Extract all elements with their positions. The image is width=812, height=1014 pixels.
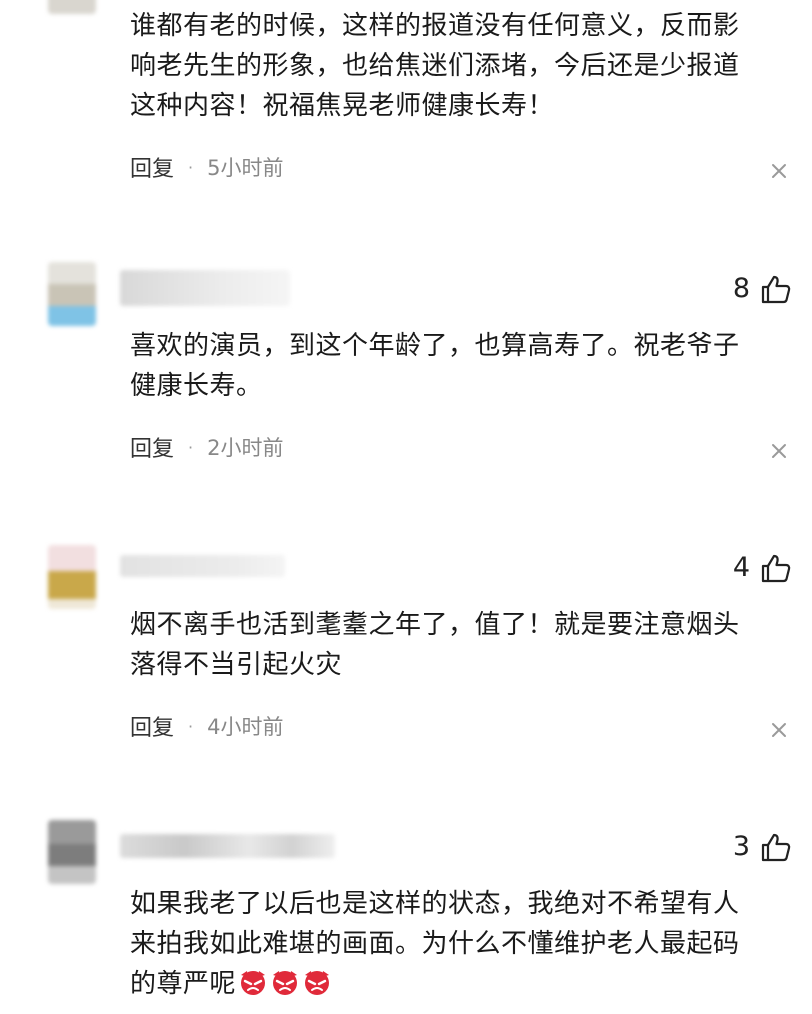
timestamp: 5小时前 <box>207 156 284 180</box>
comment-text-line: 如果我老了以后也是这样的状态，我绝对不希望有人 <box>130 889 740 919</box>
like-count: 4 <box>732 552 750 583</box>
comment-text: 如果我老了以后也是这样的状态，我绝对不希望有人 来拍我如此难堪的画面。为什么不懂… <box>130 884 790 1004</box>
comment-text: 谁都有老的时候，这样的报道没有任何意义，反而影 响老先生的形象，也给焦迷们添堵，… <box>130 6 790 126</box>
separator-dot: · <box>188 157 194 177</box>
like-count: 8 <box>732 273 750 304</box>
angry-face-emoji <box>305 971 330 995</box>
reply-button[interactable]: 回复 <box>130 431 174 463</box>
timestamp: 2小时前 <box>207 436 284 460</box>
comment-meta: 回复 · 4小时前 <box>130 711 283 741</box>
comment-text-line: 响老先生的形象，也给焦迷们添堵，今后还是少报道 <box>130 51 740 81</box>
close-x-icon[interactable] <box>768 160 790 182</box>
angry-face-emoji <box>241 971 266 995</box>
avatar[interactable] <box>48 820 96 884</box>
username[interactable] <box>120 555 285 577</box>
comment-text-line: 健康长寿。 <box>130 371 263 401</box>
comment-meta: 回复 · 5小时前 <box>130 152 283 182</box>
comment-text-line: 烟不离手也活到耄耋之年了，值了！就是要注意烟头 <box>130 610 740 640</box>
avatar[interactable] <box>48 0 96 14</box>
comment-text: 烟不离手也活到耄耋之年了，值了！就是要注意烟头 落得不当引起火灾 <box>130 605 790 685</box>
close-x-icon[interactable] <box>768 440 790 462</box>
username[interactable] <box>120 834 335 858</box>
thumbs-up-icon[interactable] <box>760 832 792 862</box>
avatar[interactable] <box>48 545 96 609</box>
comment-text: 喜欢的演员，到这个年龄了，也算高寿了。祝老爷子 健康长寿。 <box>130 326 790 406</box>
close-x-icon[interactable] <box>768 719 790 741</box>
comment-text-span: 的尊严呢 <box>130 969 237 999</box>
separator-dot: · <box>188 716 194 736</box>
comment-meta: 回复 · 2小时前 <box>130 432 283 462</box>
comment-text-line: 落得不当引起火灾 <box>130 650 343 680</box>
comment-text-line: 来拍我如此难堪的画面。为什么不懂维护老人最起码 <box>130 929 740 959</box>
reply-button[interactable]: 回复 <box>130 151 174 183</box>
separator-dot: · <box>188 437 194 457</box>
comment-text-line: 喜欢的演员，到这个年龄了，也算高寿了。祝老爷子 <box>130 331 740 361</box>
reply-button[interactable]: 回复 <box>130 710 174 742</box>
avatar[interactable] <box>48 262 96 326</box>
thumbs-up-icon[interactable] <box>760 274 792 304</box>
comment-text-line: 谁都有老的时候，这样的报道没有任何意义，反而影 <box>130 11 740 41</box>
like-count: 3 <box>732 831 750 862</box>
comment-text-line: 这种内容！祝福焦晃老师健康长寿！ <box>130 91 555 121</box>
timestamp: 4小时前 <box>207 715 284 739</box>
thumbs-up-icon[interactable] <box>760 553 792 583</box>
angry-face-emoji <box>273 971 298 995</box>
comment-text-line: 的尊严呢 <box>130 964 790 1004</box>
username[interactable] <box>120 270 290 306</box>
